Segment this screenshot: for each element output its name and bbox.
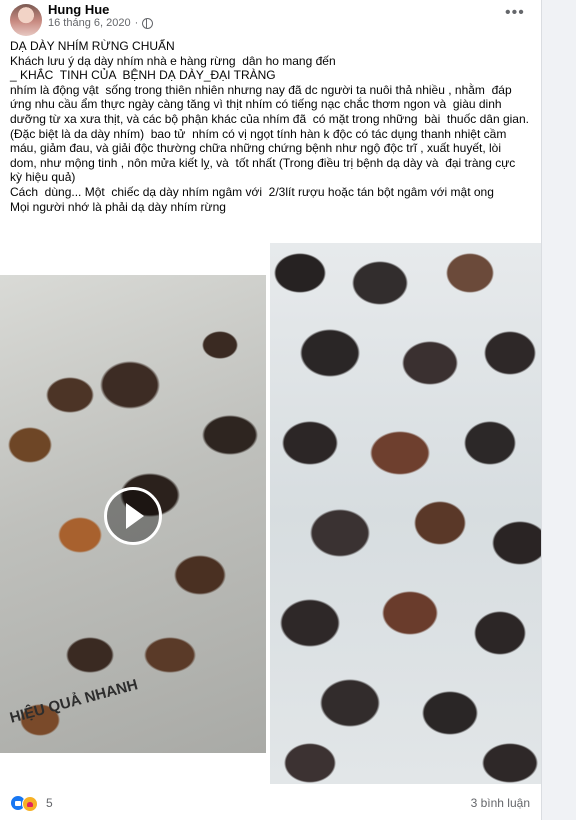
post-line: DẠ DÀY NHÍM RỪNG CHUẨN xyxy=(10,39,175,53)
post-meta: 16 tháng 6, 2020 · xyxy=(48,17,154,29)
post-line: nhím là động vật sống trong thiên nhiên … xyxy=(10,82,529,126)
post-line: Mọi người nhớ là phải dạ dày nhím rừng xyxy=(10,199,226,214)
author-name[interactable]: Hung Hue xyxy=(48,2,109,17)
newspaper-headline: HIỆU QUẢ NHANH xyxy=(8,676,140,727)
post-line: Cách dùng... Một chiếc dạ dày nhím ngâm … xyxy=(10,184,494,199)
post-line: _ KHẮC TINH CỦA BỆNH DẠ DÀY_ĐẠI TRÀNG xyxy=(10,68,276,83)
post-photo[interactable] xyxy=(270,243,541,784)
comments-count[interactable]: 3 bình luận xyxy=(471,796,530,810)
avatar[interactable] xyxy=(10,4,42,36)
reactions[interactable] xyxy=(10,795,38,812)
play-icon[interactable] xyxy=(104,487,162,545)
bullet: · xyxy=(134,17,139,29)
post-footer: 5 3 bình luận xyxy=(10,794,530,812)
care-icon xyxy=(22,796,38,812)
post-line: Khách lưu ý dạ dày nhím nhà e hàng rừng … xyxy=(10,53,336,68)
video-thumbnail[interactable]: HIỆU QUẢ NHANH xyxy=(0,275,266,753)
post-text: DẠ DÀY NHÍM RỪNG CHUẨN Khách lưu ý dạ dà… xyxy=(10,39,530,214)
more-options-icon[interactable]: ••• xyxy=(505,4,525,22)
reaction-count[interactable]: 5 xyxy=(46,796,53,810)
post-card: Hung Hue 16 tháng 6, 2020 · ••• DẠ DÀY N… xyxy=(0,0,542,820)
post-date[interactable]: 16 tháng 6, 2020 xyxy=(48,17,131,29)
post-line: (Đặc biệt là da dày nhím) bao tử nhím có… xyxy=(10,126,519,185)
globe-icon xyxy=(142,17,154,29)
